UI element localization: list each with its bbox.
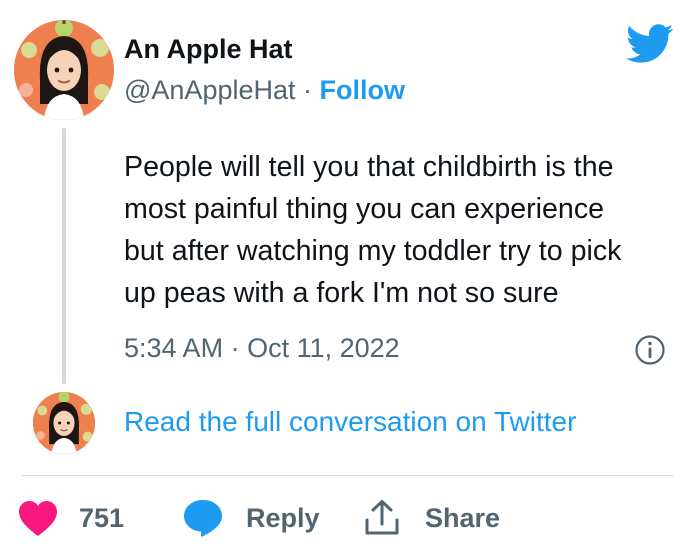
tweet-text-line: but after watching my toddler try to pic… (124, 235, 622, 267)
share-button[interactable]: Share (425, 500, 500, 536)
avatar-illustration (33, 392, 95, 454)
heart-icon[interactable] (18, 500, 58, 538)
tweet-time: 5:34 AM (124, 333, 224, 363)
twitter-bird-icon[interactable] (626, 24, 674, 64)
tweet-text-line: People will tell you that childbirth is … (124, 151, 614, 183)
tweet-date: Oct 11, 2022 (247, 333, 400, 363)
tweet-text-line: most painful thing you can experience (124, 193, 605, 225)
follow-button[interactable]: Follow (320, 75, 405, 105)
thread-line (62, 128, 66, 384)
info-icon[interactable] (634, 334, 666, 366)
timestamp-separator: · (230, 333, 240, 363)
author-name[interactable]: An Apple Hat (124, 32, 293, 66)
tweet-timestamp[interactable]: 5:34 AM · Oct 11, 2022 (124, 330, 400, 366)
author-avatar[interactable] (14, 20, 114, 120)
author-handle-line: @AnAppleHat · Follow (124, 73, 405, 107)
speech-bubble-icon[interactable] (182, 498, 224, 538)
read-conversation-link[interactable]: Read the full conversation on Twitter (124, 404, 576, 440)
avatar-illustration (14, 20, 114, 120)
tweet-text: People will tell you that childbirth is … (124, 146, 684, 314)
reply-button[interactable]: Reply (246, 500, 320, 536)
like-count[interactable]: 751 (79, 500, 124, 536)
share-arrow-icon[interactable] (362, 498, 402, 538)
divider (22, 475, 673, 476)
handle-separator: · (303, 75, 313, 105)
author-handle[interactable]: @AnAppleHat (124, 75, 296, 105)
tweet-text-line: up peas with a fork I'm not so sure (124, 277, 559, 309)
conversation-avatar[interactable] (33, 392, 95, 454)
